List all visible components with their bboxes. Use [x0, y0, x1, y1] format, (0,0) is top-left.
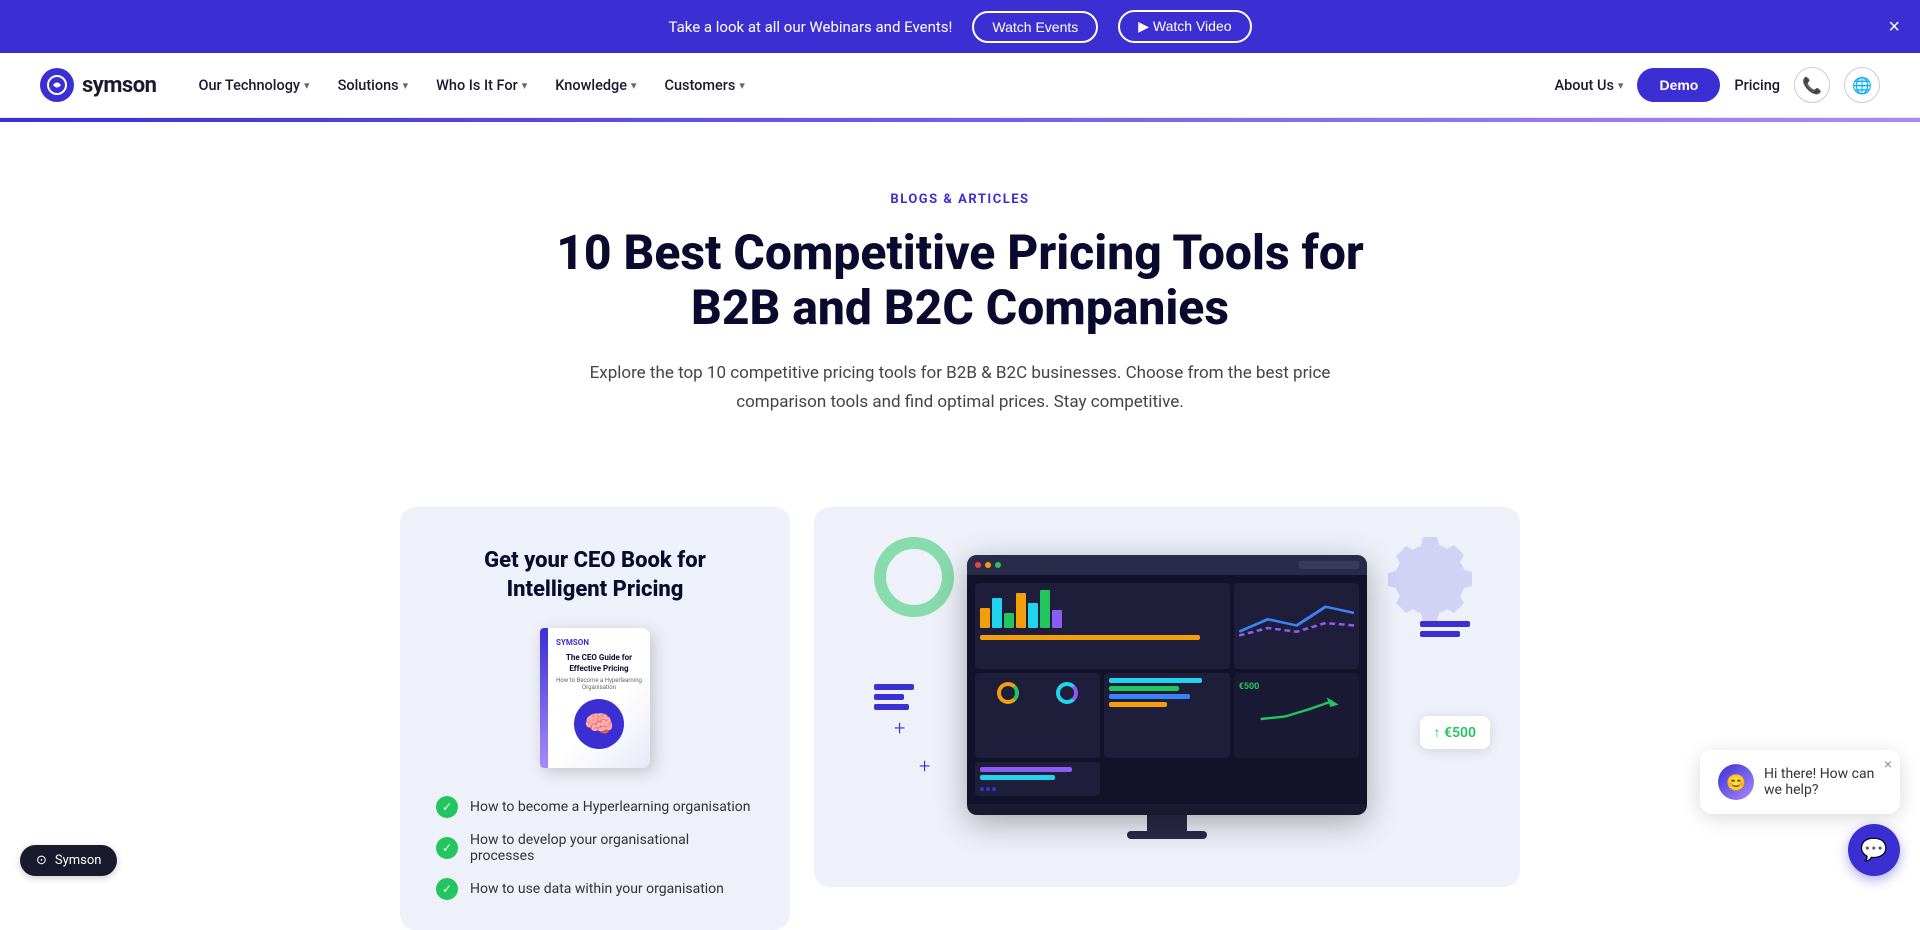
checklist-item-3: ✓ How to use data within your organisati…	[436, 878, 754, 900]
book-cover: SYMSON The CEO Guide for Effective Prici…	[540, 628, 650, 768]
checklist: ✓ How to become a Hyperlearning organisa…	[436, 796, 754, 900]
logo-icon	[40, 68, 74, 102]
screen-panel-2	[1234, 583, 1359, 668]
monitor-topbar	[967, 555, 1367, 575]
phone-icon: 📞	[1802, 76, 1822, 95]
chat-widget: 😊 Hi there! How can we help? × 💬	[1700, 750, 1900, 876]
nav-label: Who Is It For	[436, 77, 518, 94]
plus-icon-left2: +	[919, 754, 930, 778]
checklist-item-1: ✓ How to become a Hyperlearning organisa…	[436, 796, 754, 818]
chevron-down-icon: ▾	[403, 79, 409, 92]
nav-label: Customers	[665, 77, 736, 94]
checklist-text-1: How to become a Hyperlearning organisati…	[470, 799, 751, 815]
watch-video-button[interactable]: ▶ Watch Video	[1118, 10, 1251, 43]
screen-panel-6	[975, 762, 1100, 796]
ceo-book-card: Get your CEO Book for Intelligent Pricin…	[400, 507, 790, 930]
book-title: The CEO Guide for Effective Pricing	[556, 653, 642, 674]
screen-panel-3	[975, 673, 1100, 758]
check-icon-3: ✓	[436, 878, 458, 900]
screen-panel-1	[975, 583, 1230, 668]
cards-row: Get your CEO Book for Intelligent Pricin…	[360, 507, 1560, 930]
book-subtitle: How to Become a Hyperlearning Organisati…	[556, 677, 642, 691]
nav-label: Our Technology	[198, 77, 300, 94]
hero-description: Explore the top 10 competitive pricing t…	[580, 359, 1340, 417]
book-visual: SYMSON The CEO Guide for Effective Prici…	[436, 628, 754, 768]
chat-message: Hi there! How can we help?	[1764, 766, 1882, 798]
plus-icon-left: +	[894, 716, 905, 740]
logo-text: symson	[82, 73, 156, 98]
hero-title: 10 Best Competitive Pricing Tools for B2…	[550, 225, 1370, 335]
nav-item-who-is-it-for[interactable]: Who Is It For ▾	[424, 69, 539, 102]
nav-item-knowledge[interactable]: Knowledge ▾	[543, 69, 648, 102]
arrow-chart-svg	[1239, 695, 1354, 725]
dashboard-card: €500	[814, 507, 1520, 887]
brain-icon: 🧠	[574, 699, 624, 749]
screen-panel-4	[1104, 673, 1229, 758]
top-banner: Take a look at all our Webinars and Even…	[0, 0, 1920, 53]
phone-icon-button[interactable]: 📞	[1794, 67, 1830, 103]
globe-icon-button[interactable]: 🌐	[1844, 67, 1880, 103]
nav-pricing[interactable]: Pricing	[1734, 77, 1780, 94]
chevron-down-icon: ▾	[304, 79, 310, 92]
monitor-base	[1127, 831, 1207, 839]
symson-toggle[interactable]: ⊙ Symson	[20, 845, 117, 876]
checklist-text-2: How to develop your organisational proce…	[470, 832, 754, 864]
logo-link[interactable]: symson	[40, 68, 156, 102]
hero-category: BLOGS & ARTICLES	[550, 192, 1370, 207]
globe-icon: 🌐	[1852, 76, 1872, 95]
banner-close-button[interactable]: ×	[1888, 17, 1900, 37]
hero-section: BLOGS & ARTICLES 10 Best Competitive Pri…	[510, 122, 1410, 467]
nav-item-customers[interactable]: Customers ▾	[653, 69, 757, 102]
monitor-stand	[1147, 815, 1187, 831]
checklist-item-2: ✓ How to develop your organisational pro…	[436, 832, 754, 864]
chat-avatar: 😊	[1718, 764, 1754, 800]
monitor-screen: €500	[967, 575, 1367, 804]
check-icon-1: ✓	[436, 796, 458, 818]
chevron-down-icon: ▾	[522, 79, 528, 92]
about-label: About Us	[1554, 77, 1613, 94]
chat-close-button[interactable]: ×	[1884, 756, 1892, 772]
navbar: symson Our Technology ▾ Solutions ▾ Who …	[0, 53, 1920, 118]
left-bars	[874, 684, 914, 710]
chat-icon: 💬	[1860, 838, 1887, 863]
toggle-label: Symson	[55, 853, 102, 868]
nav-label: Knowledge	[555, 77, 627, 94]
nav-item-technology[interactable]: Our Technology ▾	[186, 69, 321, 102]
floating-card: ↑ €500	[1420, 716, 1490, 749]
demo-button[interactable]: Demo	[1637, 68, 1720, 102]
chat-bubble: 😊 Hi there! How can we help? ×	[1700, 750, 1900, 814]
watch-events-button[interactable]: Watch Events	[972, 11, 1098, 43]
nav-label: Solutions	[338, 77, 399, 94]
circle-decoration	[874, 537, 954, 617]
gear-decoration	[1380, 527, 1480, 627]
line-chart-svg	[1239, 588, 1354, 638]
chevron-down-icon: ▾	[739, 79, 745, 92]
right-bars-top	[1420, 621, 1470, 637]
chat-open-button[interactable]: 💬	[1848, 824, 1900, 876]
book-logo-text: SYMSON	[556, 638, 589, 647]
nav-about-us[interactable]: About Us ▾	[1554, 77, 1623, 94]
check-icon-2: ✓	[436, 837, 458, 859]
monitor: €500	[967, 555, 1367, 815]
banner-text: Take a look at all our Webinars and Even…	[668, 18, 952, 36]
checklist-text-3: How to use data within your organisation	[470, 881, 724, 897]
chevron-down-icon: ▾	[1618, 79, 1624, 92]
nav-right: About Us ▾ Demo Pricing 📞 🌐	[1554, 67, 1880, 103]
nav-left: Our Technology ▾ Solutions ▾ Who Is It F…	[186, 69, 1554, 102]
ceo-card-title: Get your CEO Book for Intelligent Pricin…	[436, 547, 754, 604]
toggle-icon: ⊙	[36, 853, 47, 868]
chevron-down-icon: ▾	[631, 79, 637, 92]
screen-panel-5: €500	[1234, 673, 1359, 758]
monitor-container: €500	[967, 555, 1367, 839]
nav-item-solutions[interactable]: Solutions ▾	[326, 69, 421, 102]
